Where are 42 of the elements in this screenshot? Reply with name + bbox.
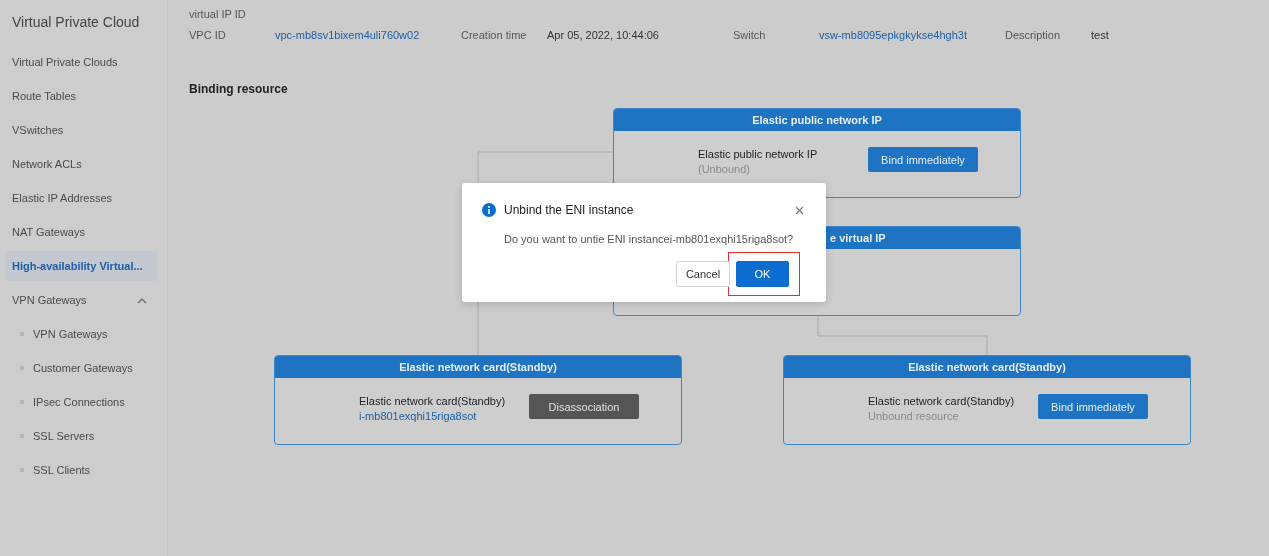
field-label: Description <box>1005 29 1062 43</box>
field-value: test <box>1091 29 1110 43</box>
close-icon[interactable] <box>795 206 804 215</box>
sidebar-item[interactable]: VSwitches <box>5 115 157 145</box>
bind-button[interactable]: Bind immediately <box>1038 394 1148 419</box>
sidebar-item[interactable]: SSL Servers <box>5 421 157 451</box>
disassociate-button[interactable]: Disassociation <box>529 394 639 419</box>
sidebar-item[interactable]: VPN Gateways <box>5 285 157 315</box>
resource-name: Elastic network card(Standby) <box>868 394 1016 409</box>
section-title: Binding resource <box>188 81 289 98</box>
resource-name: Elastic network card(Standby) <box>359 394 507 409</box>
resource-name: Elastic public network IP <box>698 147 819 162</box>
field-link[interactable]: vpc-mb8sv1bixem4uli760w02 <box>275 29 461 45</box>
field-value: Apr 05, 2022, 10:44:06 <box>547 29 660 43</box>
sidebar-item[interactable]: IPsec Connections <box>5 387 157 417</box>
field-link[interactable]: vsw-mb8095epkgkykse4hgh3t <box>819 29 1005 45</box>
sidebar-title: Virtual Private Cloud <box>11 13 141 32</box>
ok-button[interactable]: OK <box>736 261 789 287</box>
sidebar-item[interactable]: NAT Gateways <box>5 217 157 247</box>
sidebar-item[interactable]: Customer Gateways <box>5 353 157 383</box>
dialog-title: Unbind the ENI instance <box>504 203 634 217</box>
field-label: VPC ID <box>189 29 227 43</box>
field-label: virtual IP ID <box>189 7 247 21</box>
field-label: Switch <box>733 29 767 43</box>
resource-link[interactable]: i-mb801exqhi15riga8sot <box>359 409 529 424</box>
cancel-button[interactable]: Cancel <box>676 261 730 287</box>
card-header: Elastic network card(Standby) <box>275 356 681 378</box>
card-header: Elastic network card(Standby) <box>784 356 1190 378</box>
sidebar-item[interactable]: Virtual Private Clouds <box>5 47 157 77</box>
bind-button[interactable]: Bind immediately <box>868 147 978 172</box>
resource-status: Unbound resource <box>868 409 960 424</box>
caret-icon <box>137 296 147 304</box>
field-label: Creation time <box>461 29 528 43</box>
sidebar-item[interactable]: Route Tables <box>5 81 157 111</box>
resource-status: (Unbound) <box>698 162 751 177</box>
sidebar-item[interactable]: High-availability Virtual... <box>5 251 157 281</box>
info-icon <box>482 203 496 217</box>
card-header: Elastic public network IP <box>614 109 1020 131</box>
sidebar-item[interactable]: SSL Clients <box>5 455 157 485</box>
sidebar-item[interactable]: Elastic IP Addresses <box>5 183 157 213</box>
sidebar-item[interactable]: Network ACLs <box>5 149 157 179</box>
sidebar-item[interactable]: VPN Gateways <box>5 319 157 349</box>
